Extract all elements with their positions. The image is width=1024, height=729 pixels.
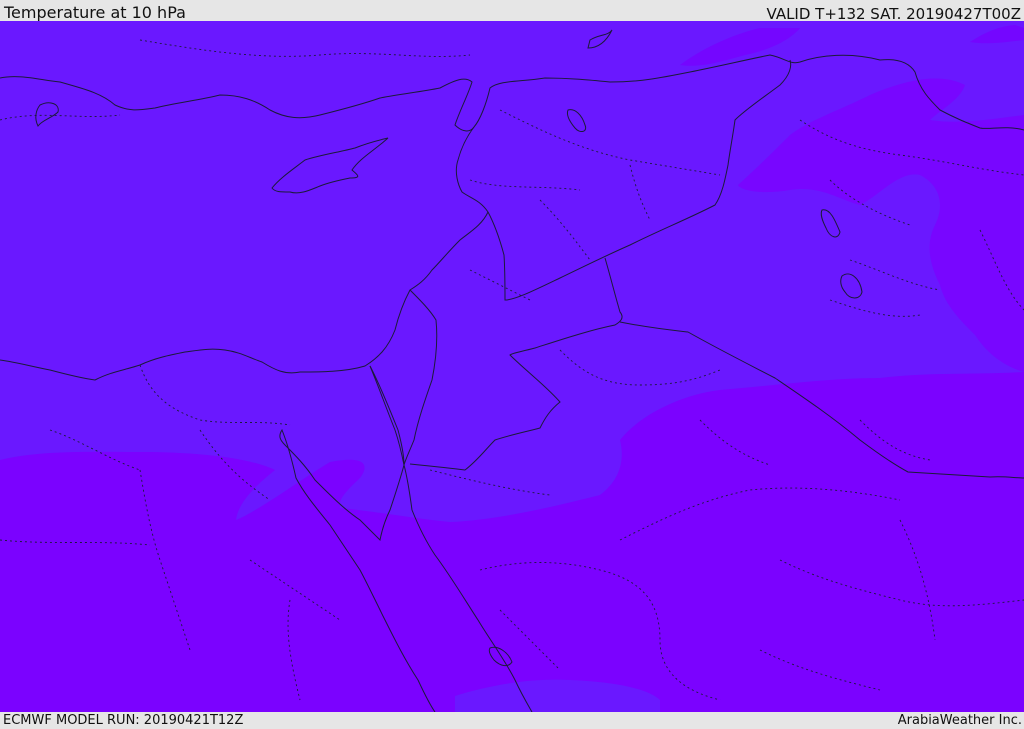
map-canvas (0, 21, 1024, 712)
map-header: Temperature at 10 hPa VALID T+132 SAT. 2… (0, 0, 1024, 23)
weather-map[interactable] (0, 21, 1024, 712)
model-run-label: ECMWF MODEL RUN: 20190421T12Z (3, 713, 244, 728)
credit-label: ArabiaWeather Inc. (897, 713, 1022, 728)
map-title: Temperature at 10 hPa (4, 3, 186, 22)
map-footer: ECMWF MODEL RUN: 20190421T12Z ArabiaWeat… (0, 712, 1024, 729)
